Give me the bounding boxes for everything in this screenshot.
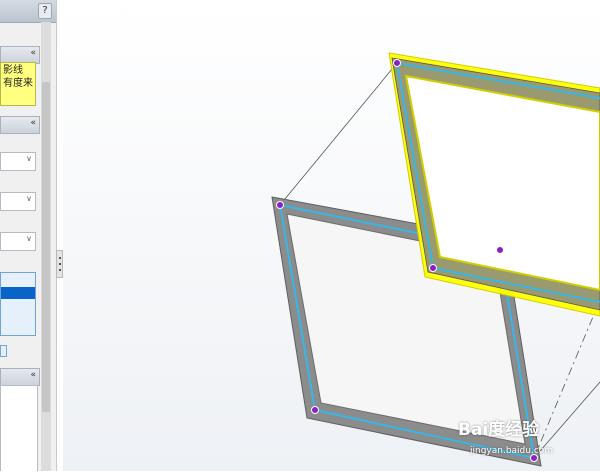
graphics-viewport[interactable] [63,0,600,471]
new-group-button[interactable] [0,345,7,357]
settings-section-header[interactable]: « [0,368,40,386]
grip-dot [59,257,61,259]
chevron-down-icon: ∨ [26,194,32,203]
panel-toolbar: ? [0,0,56,23]
settings-area [0,385,38,471]
standard-dropdown[interactable]: ∨ [0,152,36,171]
panel-splitter-handle[interactable] [56,250,63,278]
message-line-1: 影线 [3,65,23,76]
help-button[interactable]: ? [38,3,52,19]
scrollbar-thumb[interactable] [42,82,50,412]
collapse-icon[interactable]: « [30,118,36,128]
collapse-icon[interactable]: « [30,370,36,380]
path-segments-list[interactable] [0,272,36,336]
watermark-url: jingyan.baidu.com [470,446,554,456]
grip-dot [59,263,61,265]
panel-scrollbar[interactable] [41,22,51,471]
selection-section-header[interactable]: « [0,116,40,134]
type-dropdown[interactable]: ∨ [0,192,36,211]
grip-dot [59,269,61,271]
message-line-2: 有度来 [3,78,33,89]
size-dropdown[interactable]: ∨ [0,232,36,251]
model-canvas[interactable] [63,0,600,471]
baidu-watermark-logo: Bai度经验 [458,420,540,440]
message-box: 影线 有度来 [0,62,36,106]
collapse-icon[interactable]: « [30,48,36,58]
selected-list-item[interactable] [1,287,35,299]
chevron-down-icon: ∨ [26,234,32,243]
chevron-down-icon: ∨ [26,154,32,163]
property-manager-panel: ? « 影线 有度来 « ∨ ∨ ∨ « [0,0,57,471]
